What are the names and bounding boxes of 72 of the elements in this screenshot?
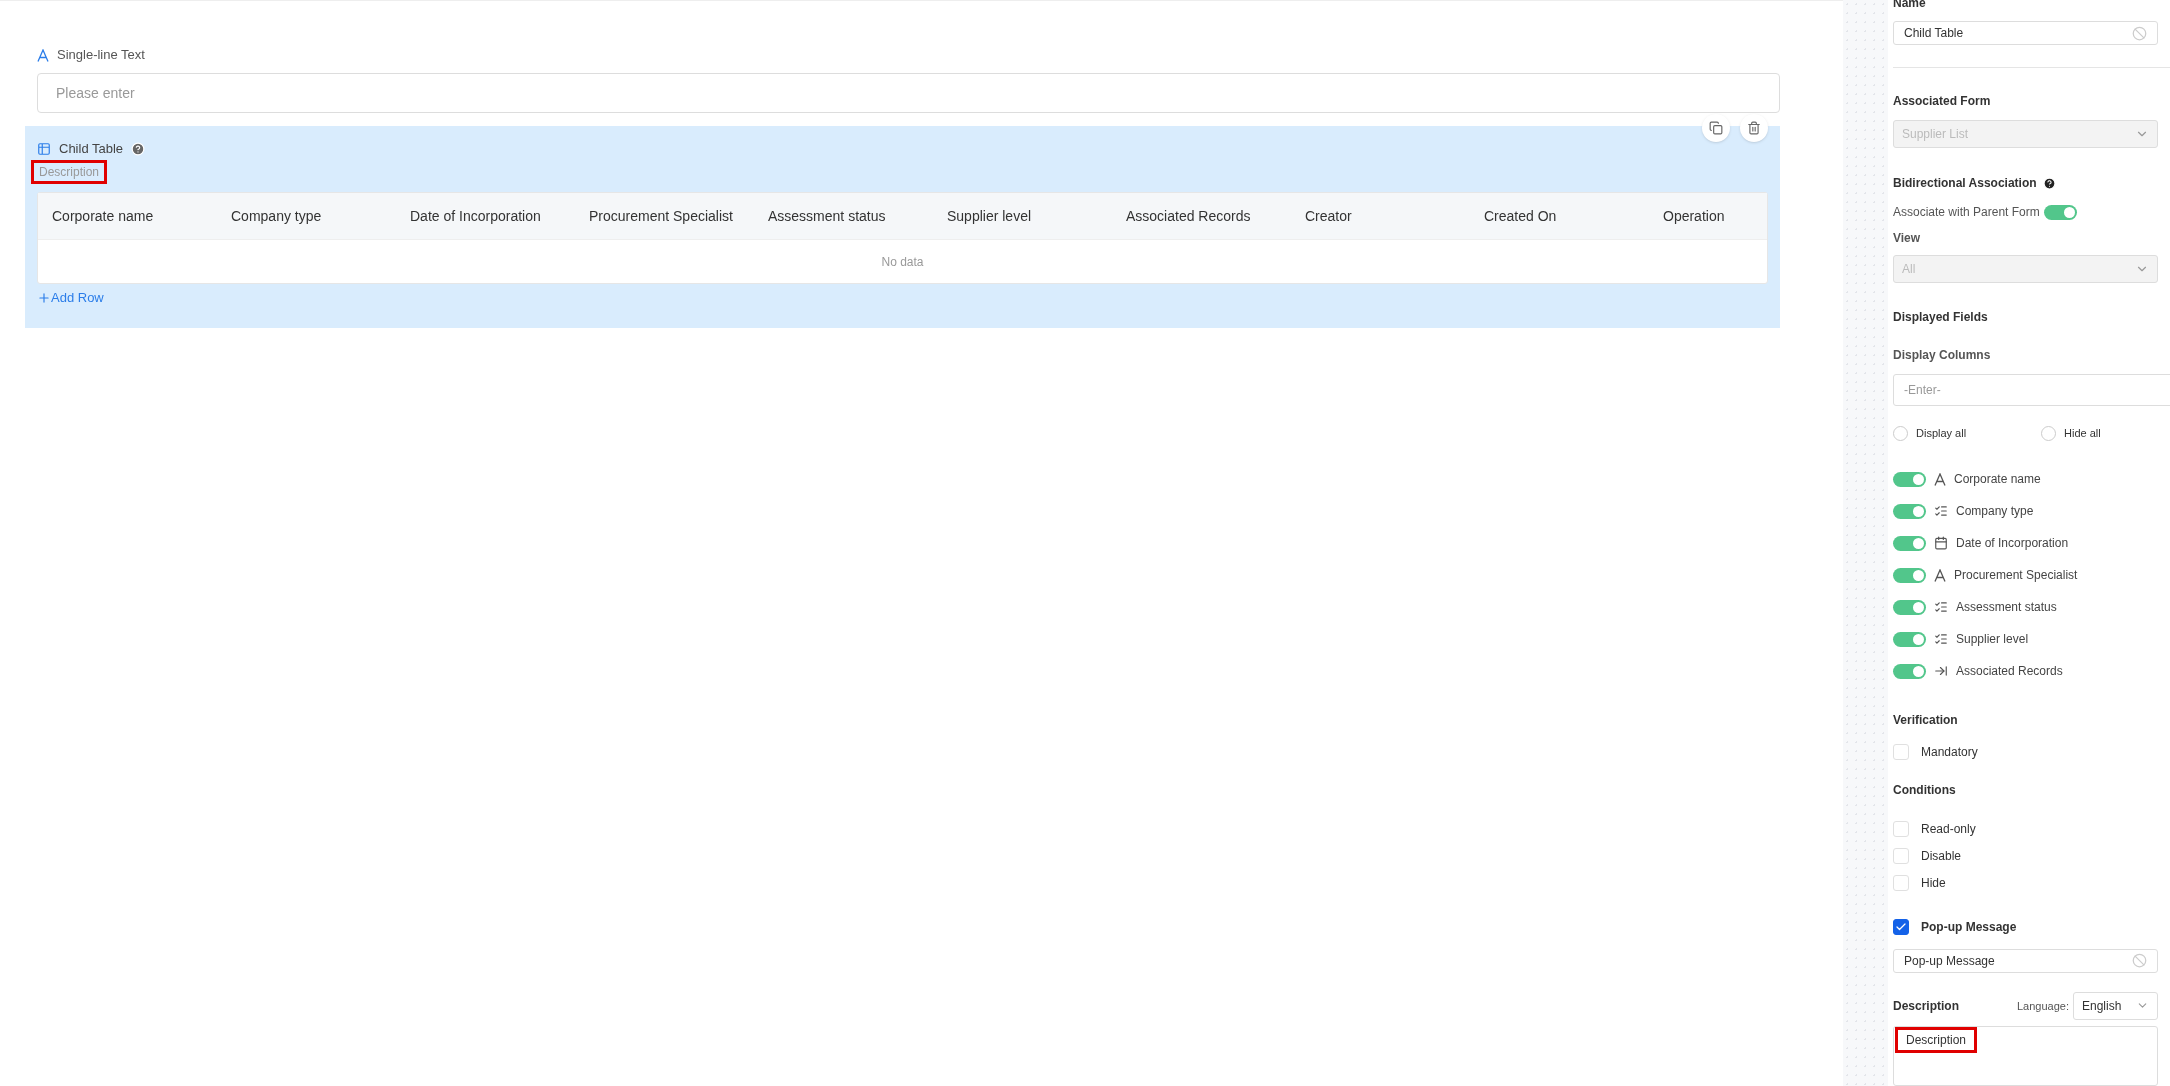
text-field-icon	[1934, 568, 1946, 582]
clear-icon	[2132, 25, 2147, 41]
radio-label: Hide all	[2064, 426, 2101, 442]
toggle-switch[interactable]	[1893, 663, 1926, 679]
description-text: Description	[31, 160, 108, 184]
input-field[interactable]: Please enter	[37, 73, 1780, 113]
field-label: Display Columns	[1893, 347, 1992, 365]
field-name: Supplier level	[1956, 631, 2030, 649]
field-name: Associated Records	[1956, 663, 2064, 681]
column-header: Assessment status	[768, 206, 887, 226]
help-icon	[2042, 176, 2056, 190]
toggle-switch[interactable]	[1893, 535, 1926, 551]
clear-icon	[2132, 953, 2147, 969]
checkbox-label: Hide	[1921, 874, 1946, 892]
description-textarea[interactable]: Description	[1893, 1025, 2158, 1086]
calendar-icon	[1934, 536, 1948, 551]
checkbox[interactable]	[1893, 918, 1909, 935]
toggle-switch[interactable]	[1893, 631, 1926, 647]
description-text: Description	[1895, 1026, 1978, 1053]
name-field[interactable]: Child Table	[1893, 21, 2158, 46]
table-title: Child Table	[59, 140, 124, 159]
column-header: Corporate name	[52, 206, 155, 226]
radio-label: Display all	[1916, 426, 1967, 442]
copy-icon	[1709, 121, 1723, 135]
field-name: Company type	[1956, 503, 2035, 521]
column-header: Operation	[1663, 206, 1726, 226]
column-search-field[interactable]: -Enter-	[1893, 374, 2170, 407]
field-name: Assessment status	[1956, 599, 2058, 617]
copy-button[interactable]	[1702, 114, 1730, 142]
empty-text: No data	[881, 253, 924, 271]
column-header: Created On	[1484, 206, 1558, 226]
column-header: Creator	[1305, 206, 1353, 226]
arrow-to-line-icon	[1934, 664, 1948, 679]
toggle-switch[interactable]	[1893, 471, 1926, 487]
checklist-icon	[1934, 504, 1948, 519]
language-label: Language:	[2017, 998, 2069, 1014]
language-dropdown[interactable]: English	[2073, 991, 2158, 1020]
checkbox-label: Mandatory	[1921, 743, 1978, 761]
column-header: Supplier level	[947, 206, 1033, 226]
toggle-switch[interactable]	[2043, 204, 2077, 220]
toggle-label: Associate with Parent Form	[1893, 204, 2040, 222]
toggle-switch[interactable]	[1893, 599, 1926, 615]
field-label: View	[1893, 230, 1922, 248]
section-label: Description	[1893, 997, 1959, 1015]
checklist-icon	[1934, 632, 1948, 647]
field-name: Date of Incorporation	[1956, 535, 2070, 553]
field-name: Corporate name	[1954, 471, 2042, 489]
section-label: Displayed Fields	[1893, 309, 1989, 327]
column-header: Associated Records	[1126, 206, 1252, 226]
column-header: Date of Incorporation	[410, 206, 542, 226]
section-label: Bidirectional Association	[1893, 175, 2037, 193]
column-header: Procurement Specialist	[589, 206, 734, 226]
checkbox-label: Read-only	[1921, 820, 1976, 838]
column-header: Company type	[231, 206, 323, 226]
plus-icon	[37, 290, 51, 305]
section-label: Associated Form	[1893, 93, 1992, 111]
toggle-switch[interactable]	[1893, 503, 1926, 519]
trash-icon	[1747, 121, 1761, 135]
section-label: Verification	[1893, 711, 1959, 729]
checkbox-label: Pop-up Message	[1921, 918, 2017, 936]
help-icon	[131, 142, 146, 156]
delete-button[interactable]	[1740, 114, 1768, 142]
section-label: Conditions	[1893, 781, 1957, 799]
toggle-switch[interactable]	[1893, 567, 1926, 583]
field-label: Single-line Text	[57, 46, 145, 65]
table-icon	[37, 142, 51, 156]
text-field-icon	[37, 48, 49, 62]
checkbox-label: Disable	[1921, 847, 1962, 865]
checklist-icon	[1934, 600, 1948, 615]
text-field-icon	[1934, 472, 1946, 486]
popup-message-field[interactable]: Pop-up Message	[1893, 948, 2158, 973]
field-name: Procurement Specialist	[1954, 567, 2079, 585]
